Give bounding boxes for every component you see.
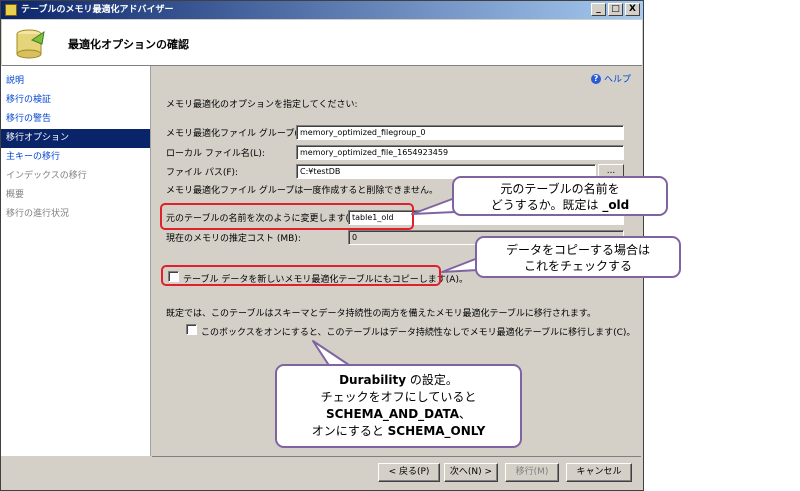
copy-callout-line2: これをチェックする bbox=[523, 259, 632, 273]
sidebar-item-options[interactable]: 移行オプション bbox=[1, 129, 150, 148]
app-icon bbox=[5, 4, 17, 16]
durability-keyword: Durability bbox=[339, 373, 407, 387]
durability-callout-line2: チェックをオフにしていると bbox=[320, 390, 477, 404]
cancel-button[interactable]: キャンセル bbox=[566, 463, 632, 482]
sidebar-item-primary-key[interactable]: 主キーの移行 bbox=[1, 148, 150, 167]
copy-callout-line1: データをコピーする場合は bbox=[505, 243, 650, 257]
durability-on-text: オンにすると bbox=[311, 424, 388, 438]
header-banner: 最適化オプションの確認 bbox=[2, 20, 642, 66]
migrate-button: 移行(M) bbox=[505, 463, 559, 482]
logical-name-input[interactable]: memory_optimized_file_1654923459 bbox=[296, 145, 624, 160]
durability-callout-line1: Durability の設定。 bbox=[277, 372, 520, 389]
durability-note: 既定では、このテーブルはスキーマとデータ持続性の両方を備えたメモリ最適化テーブル… bbox=[166, 309, 597, 319]
title-bar[interactable]: テーブルのメモリ最適化アドバイザー _ □ X bbox=[1, 1, 643, 19]
schema-only-label[interactable]: このボックスをオンにすると、このテーブルはデータ持続性なしでメモリ最適化テーブル… bbox=[201, 325, 635, 338]
rename-callout-line1: 元のテーブルの名前を bbox=[500, 182, 620, 196]
sidebar-item-description[interactable]: 説明 bbox=[1, 72, 150, 91]
rename-highlight bbox=[160, 203, 414, 230]
schema-only-keyword: SCHEMA_ONLY bbox=[387, 424, 486, 438]
window-title: テーブルのメモリ最適化アドバイザー bbox=[21, 5, 174, 15]
maximize-button[interactable]: □ bbox=[608, 3, 623, 16]
back-button[interactable]: < 戻る(P) bbox=[378, 463, 440, 482]
filegroup-input[interactable]: memory_optimized_filegroup_0 bbox=[296, 125, 624, 140]
durability-callout: Durability の設定。 チェックをオフにしていると SCHEMA_AND… bbox=[275, 364, 522, 448]
sidebar: 説明 移行の検証 移行の警告 移行オプション 主キーの移行 インデックスの移行 … bbox=[1, 66, 151, 456]
sidebar-item-summary: 概要 bbox=[6, 190, 25, 200]
durability-suffix: の設定。 bbox=[406, 373, 458, 387]
help-label: ヘルプ bbox=[603, 75, 631, 85]
durability-comma: 、 bbox=[459, 407, 472, 421]
schema-and-data-keyword: SCHEMA_AND_DATA bbox=[325, 407, 460, 421]
sidebar-item-progress: 移行の進行状況 bbox=[6, 209, 70, 219]
filegroup-note: メモリ最適化ファイル グループは一度作成すると削除できません。 bbox=[166, 186, 439, 196]
rename-callout-default: _old bbox=[602, 198, 630, 212]
stage: テーブルのメモリ最適化アドバイザー _ □ X 最適化オプションの確認 説明 移… bbox=[0, 0, 800, 491]
sidebar-item-index: インデックスの移行 bbox=[6, 171, 87, 181]
sidebar-item-validation[interactable]: 移行の検証 bbox=[1, 91, 150, 110]
schema-only-checkbox[interactable] bbox=[186, 324, 197, 335]
help-link[interactable]: ? ヘルプ bbox=[590, 72, 631, 85]
file-path-label: ファイル パス(F): bbox=[166, 168, 239, 178]
rename-callout: 元のテーブルの名前を どうするか。既定は _old bbox=[452, 176, 668, 216]
close-button[interactable]: X bbox=[625, 3, 640, 16]
rename-callout-line2: どうするか。既定は _old bbox=[454, 197, 666, 213]
sidebar-item-warnings[interactable]: 移行の警告 bbox=[1, 110, 150, 129]
rename-callout-text: どうするか。既定は bbox=[490, 198, 603, 212]
durability-callout-line3: SCHEMA_AND_DATA、 bbox=[277, 406, 520, 423]
copy-callout: データをコピーする場合は これをチェックする bbox=[475, 236, 681, 278]
help-icon: ? bbox=[590, 73, 601, 84]
minimize-button[interactable]: _ bbox=[591, 3, 606, 16]
copy-data-highlight bbox=[161, 265, 441, 286]
page-title: 最適化オプションの確認 bbox=[68, 38, 189, 51]
logical-name-label: ローカル ファイル名(L): bbox=[166, 149, 265, 159]
next-button[interactable]: 次へ(N) > bbox=[444, 463, 498, 482]
window-controls: _ □ X bbox=[591, 3, 640, 16]
filegroup-label: メモリ最適化ファイル グループ(M): bbox=[166, 129, 313, 139]
footer-divider bbox=[152, 456, 641, 457]
durability-callout-line4: オンにすると SCHEMA_ONLY bbox=[277, 423, 520, 440]
cost-label: 現在のメモリの推定コスト (MB): bbox=[166, 234, 301, 244]
intro-text: メモリ最適化のオプションを指定してください: bbox=[166, 100, 358, 110]
database-wizard-icon bbox=[16, 29, 45, 59]
